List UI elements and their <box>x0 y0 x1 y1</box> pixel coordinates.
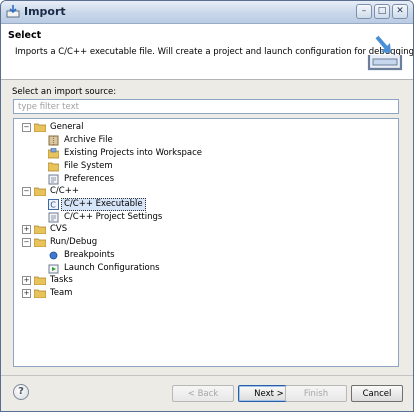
tree-item-label: Launch Configurations <box>64 263 160 273</box>
expand-toggle-icon[interactable]: + <box>22 225 31 234</box>
tree-group-label: General <box>50 122 84 132</box>
tree-group-label: Run/Debug <box>50 237 98 247</box>
svg-text:C: C <box>50 201 56 210</box>
tree-item-label: Breakpoints <box>64 250 115 260</box>
project-settings-icon <box>48 212 59 223</box>
import-source-tree[interactable]: − General Archive File Existing Projects… <box>13 118 399 367</box>
tree-item-label: C/C++ Executable <box>61 198 146 211</box>
import-source-label: Select an import source: <box>12 87 117 97</box>
tree-item-label: C/C++ Project Settings <box>64 212 163 222</box>
folder-icon <box>34 225 46 234</box>
import-wizard-icon <box>367 35 403 71</box>
close-button[interactable]: ✕ <box>392 4 408 19</box>
project-icon <box>48 148 59 159</box>
cancel-button[interactable]: Cancel <box>351 385 403 402</box>
import-dialog: Import – □ ✕ Select Imports a C/C++ exec… <box>0 0 414 412</box>
finish-button[interactable]: Finish <box>285 385 347 402</box>
page-description: Imports a C/C++ executable file. Will cr… <box>15 47 414 57</box>
filter-input[interactable] <box>13 99 399 114</box>
wizard-header: Select Imports a C/C++ executable file. … <box>1 24 413 80</box>
launch-configuration-icon <box>48 264 59 274</box>
back-button[interactable]: < Back <box>172 385 234 402</box>
breakpoint-icon <box>49 251 58 260</box>
folder-icon <box>34 289 46 298</box>
page-title: Select <box>8 30 42 41</box>
title-bar[interactable]: Import – □ ✕ <box>1 1 413 24</box>
folder-icon <box>34 187 46 196</box>
window-title: Import <box>24 5 66 18</box>
collapse-toggle-icon[interactable]: − <box>22 238 31 247</box>
maximize-button[interactable]: □ <box>374 4 390 19</box>
archive-file-icon <box>48 135 59 146</box>
expand-toggle-icon[interactable]: + <box>22 289 31 298</box>
folder-icon <box>34 276 46 285</box>
collapse-toggle-icon[interactable]: − <box>22 123 31 132</box>
tree-group-label: C/C++ <box>50 186 79 196</box>
tree-group-label: CVS <box>50 224 68 234</box>
footer-divider <box>1 375 413 376</box>
collapse-toggle-icon[interactable]: − <box>22 187 31 196</box>
help-icon[interactable]: ? <box>13 384 29 400</box>
tree-item-label: Existing Projects into Workspace <box>64 148 203 158</box>
cpp-executable-icon: C <box>48 199 59 210</box>
minimize-button[interactable]: – <box>356 4 372 19</box>
folder-icon <box>34 123 46 132</box>
folder-icon <box>48 162 59 172</box>
tree-group-label: Tasks <box>50 275 73 285</box>
import-window-icon <box>6 5 20 18</box>
tree-item-label: Archive File <box>64 135 113 145</box>
tree-item-label: File System <box>64 161 113 171</box>
tree-group-label: Team <box>50 288 73 298</box>
folder-icon <box>34 238 46 247</box>
expand-toggle-icon[interactable]: + <box>22 276 31 285</box>
preferences-icon <box>48 174 59 185</box>
